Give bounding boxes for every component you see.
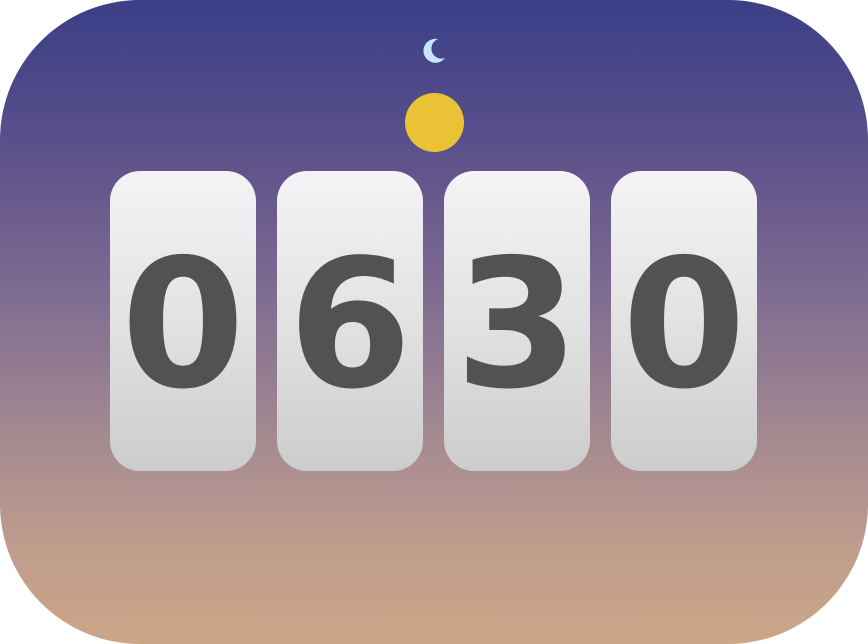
digit-hour-tens: 0	[121, 221, 245, 428]
digit-tile-minute-tens: 3	[444, 171, 590, 471]
digit-tile-minute-ones: 0	[611, 171, 757, 471]
time-display: 0 6 3 0	[110, 171, 758, 471]
digit-hour-ones: 6	[288, 221, 412, 428]
digit-minute-ones: 0	[622, 221, 746, 428]
sunrise-clock-widget: 0 6 3 0	[0, 0, 868, 644]
digit-tile-hour-tens: 0	[110, 171, 256, 471]
digit-tile-hour-ones: 6	[277, 171, 423, 471]
digit-minute-tens: 3	[455, 221, 579, 428]
sun-icon	[405, 93, 464, 152]
moon-icon	[423, 38, 445, 63]
